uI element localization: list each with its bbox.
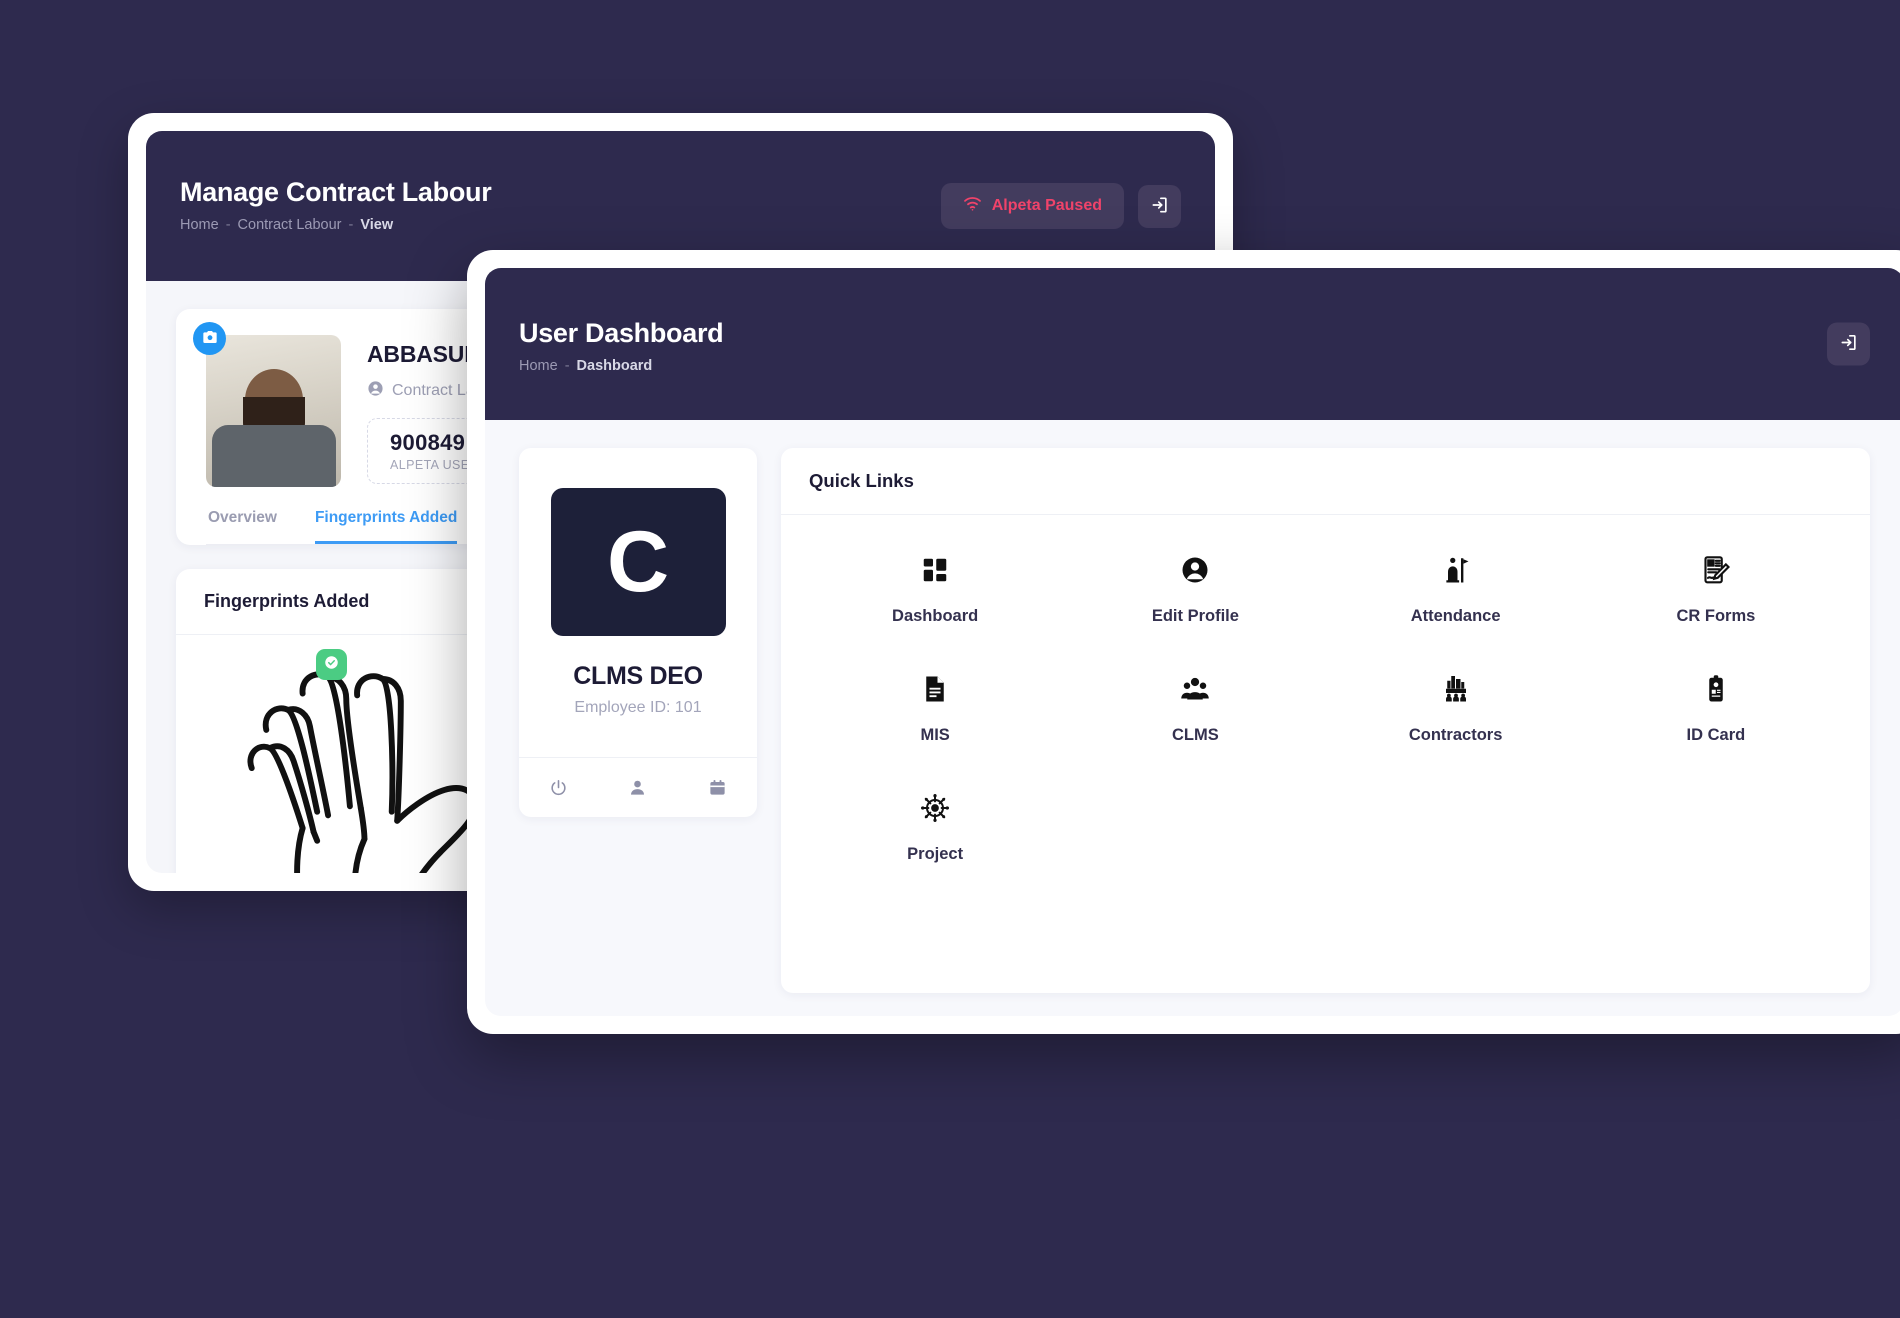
building-crowd-icon: [1441, 674, 1471, 709]
logout-icon: [1839, 333, 1859, 356]
tab-fingerprints-added[interactable]: Fingerprints Added: [314, 509, 458, 544]
user-icon[interactable]: [628, 778, 647, 797]
ship-wheel-icon: [920, 793, 950, 828]
dashboard-logout-button[interactable]: [1827, 322, 1870, 366]
employee-profile-card: C CLMS DEO Employee ID: 101: [519, 448, 757, 817]
breadcrumb-contract-labour[interactable]: Contract Labour: [238, 217, 342, 233]
quick-link-clms[interactable]: CLMS: [1065, 674, 1325, 745]
breadcrumb-home[interactable]: Home: [180, 217, 219, 233]
user-circle-icon: [1180, 555, 1210, 590]
quick-link-attendance[interactable]: Attendance: [1326, 555, 1586, 626]
dashboard-breadcrumb-separator: -: [564, 358, 570, 374]
quick-link-project[interactable]: Project: [805, 793, 1065, 864]
dashboard-page-title: User Dashboard: [519, 318, 724, 348]
logout-button[interactable]: [1138, 184, 1181, 228]
quick-link-mis[interactable]: MIS: [805, 674, 1065, 745]
alpeta-status-label: Alpeta Paused: [991, 197, 1102, 214]
calendar-icon[interactable]: [708, 778, 727, 797]
company-logo: C: [550, 488, 726, 636]
quick-links-heading: Quick Links: [781, 448, 1870, 515]
quick-link-edit-profile[interactable]: Edit Profile: [1065, 555, 1325, 626]
quick-link-label: CLMS: [1172, 726, 1219, 744]
check-circle-icon: [324, 655, 339, 675]
grid-dashboard-icon: [920, 555, 950, 590]
quick-link-label: Contractors: [1408, 726, 1503, 744]
quick-link-dashboard[interactable]: Dashboard: [805, 555, 1065, 626]
power-icon[interactable]: [549, 778, 568, 797]
user-circle-icon: [367, 380, 384, 402]
contract-header-actions: Alpeta Paused: [940, 183, 1181, 229]
avatar: [206, 335, 341, 487]
logout-icon: [1150, 195, 1170, 218]
worker-attendance-icon: [1441, 555, 1471, 590]
wifi-icon: [963, 196, 982, 216]
employee-id: Employee ID: 101: [574, 699, 702, 716]
quick-link-label: MIS: [920, 726, 950, 744]
camera-icon: [202, 329, 218, 348]
dashboard-breadcrumb-home[interactable]: Home: [519, 358, 558, 374]
breadcrumb-current: View: [360, 217, 394, 233]
document-edit-icon: [1701, 555, 1731, 590]
breadcrumb-separator: -: [225, 217, 231, 233]
dashboard-header-actions: [1827, 322, 1870, 366]
alpeta-status-button[interactable]: Alpeta Paused: [940, 183, 1124, 229]
quick-link-id-card[interactable]: ID Card: [1586, 674, 1846, 745]
dashboard-breadcrumb-current: Dashboard: [576, 358, 653, 374]
user-dashboard-window: User Dashboard Home - Dashboard C CLMS D…: [467, 250, 1900, 1034]
avatar-wrapper: [193, 322, 341, 487]
breadcrumb-separator-2: -: [348, 217, 354, 233]
report-document-icon: [920, 674, 950, 709]
quick-link-label: Edit Profile: [1151, 607, 1239, 625]
quick-link-label: CR Forms: [1676, 607, 1756, 625]
dashboard-breadcrumb: Home - Dashboard: [519, 358, 1870, 374]
quick-link-label: Dashboard: [892, 607, 979, 625]
quick-link-label: ID Card: [1686, 726, 1746, 744]
quick-links-card: Quick Links Dashboard Edit Profile Atten…: [781, 448, 1870, 993]
fingerprint-status-badge: [316, 649, 347, 680]
quick-link-label: Attendance: [1410, 607, 1501, 625]
employee-card-footer: [519, 757, 757, 817]
tab-overview[interactable]: Overview: [208, 509, 277, 544]
dashboard-body: C CLMS DEO Employee ID: 101 Quick Links …: [485, 420, 1900, 993]
dashboard-window-inner: User Dashboard Home - Dashboard C CLMS D…: [485, 268, 1900, 1016]
screen-root: Manage Contract Labour Home - Contract L…: [0, 0, 1900, 1318]
quick-links-grid: Dashboard Edit Profile Attendance CR For…: [781, 515, 1870, 894]
people-group-icon: [1180, 674, 1210, 709]
quick-link-contractors[interactable]: Contractors: [1326, 674, 1586, 745]
avatar-body: [211, 425, 336, 487]
quick-link-cr-forms[interactable]: CR Forms: [1586, 555, 1846, 626]
quick-link-label: Project: [907, 845, 964, 863]
id-badge-icon: [1701, 674, 1731, 709]
employee-name: CLMS DEO: [573, 662, 703, 690]
dashboard-header: User Dashboard Home - Dashboard: [485, 268, 1900, 420]
employee-card-main: C CLMS DEO Employee ID: 101: [519, 448, 757, 757]
camera-button[interactable]: [193, 322, 226, 355]
